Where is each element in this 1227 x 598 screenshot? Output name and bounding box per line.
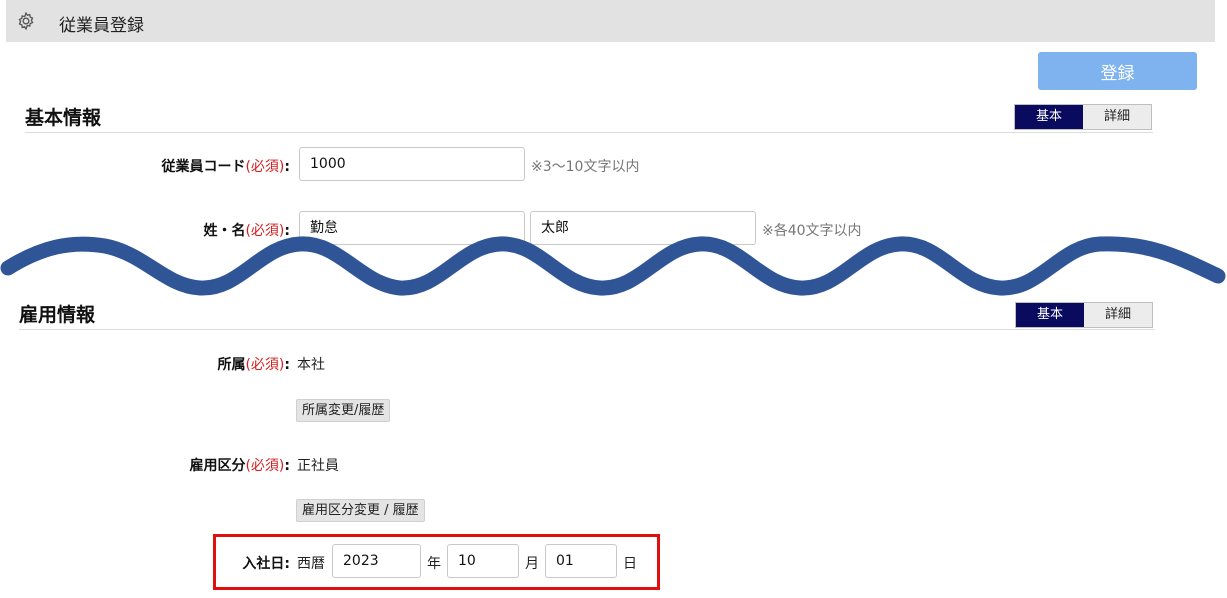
page-title: 従業員登録 [59, 16, 144, 36]
department-history-button[interactable]: 所属変更/履歴 [296, 399, 391, 422]
employee-code-label-text: 従業員コード [161, 159, 246, 175]
hire-date-highlight [213, 534, 660, 590]
required-mark: (必須) [245, 159, 285, 175]
gear-icon[interactable] [16, 11, 36, 31]
label-colon: : [284, 458, 290, 474]
label-colon: : [284, 159, 290, 175]
department-label: 所属(必須): [217, 354, 290, 374]
employee-code-input[interactable]: 1000 [299, 147, 525, 181]
employee-code-hint: ※3〜10文字以内 [531, 159, 640, 175]
label-colon: : [284, 357, 290, 373]
tab-basic[interactable]: 基本 [1016, 303, 1084, 327]
basic-info-title: 基本情報 [25, 107, 102, 129]
employment-info-title: 雇用情報 [19, 304, 96, 326]
employment-type-label: 雇用区分(必須): [189, 455, 290, 475]
wave-separator [0, 236, 1226, 296]
tab-detail[interactable]: 詳細 [1083, 105, 1151, 129]
employment-type-label-text: 雇用区分 [189, 458, 246, 474]
tab-detail[interactable]: 詳細 [1084, 303, 1152, 327]
department-label-text: 所属 [217, 357, 246, 373]
basic-detail-toggle: 基本 詳細 [1014, 104, 1152, 130]
employment-toggle: 基本 詳細 [1015, 302, 1153, 328]
employment-type-value: 正社員 [297, 458, 339, 474]
required-mark: (必須) [245, 357, 285, 373]
tab-basic[interactable]: 基本 [1015, 105, 1083, 129]
basic-info-divider [25, 132, 1153, 133]
employee-code-label: 従業員コード(必須): [161, 156, 290, 176]
required-mark: (必須) [245, 458, 285, 474]
employment-info-divider [19, 329, 1155, 330]
employment-type-history-button[interactable]: 雇用区分変更 / 履歴 [296, 499, 425, 522]
register-button[interactable]: 登録 [1038, 52, 1197, 90]
department-value: 本社 [297, 357, 325, 373]
title-bar: 従業員登録 [6, 0, 1215, 42]
